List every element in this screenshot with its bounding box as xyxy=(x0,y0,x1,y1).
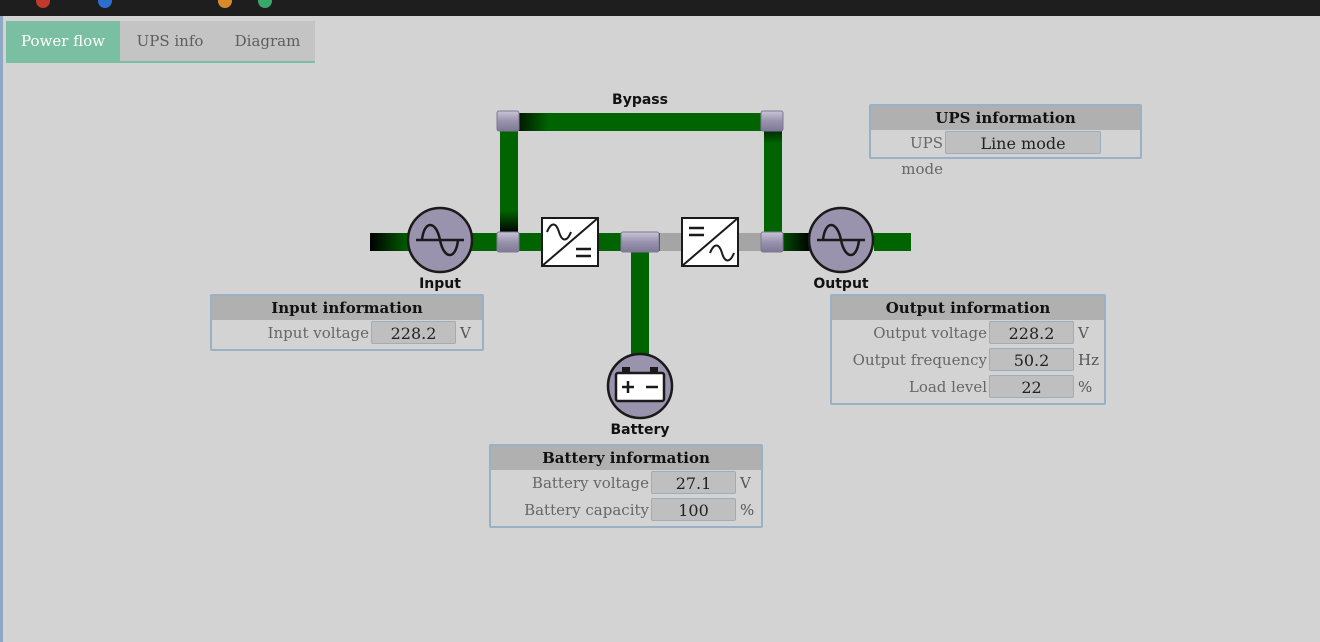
field-label: Output frequency xyxy=(852,351,987,369)
panel-title: Output information xyxy=(832,296,1104,320)
input-line-segment xyxy=(370,233,410,251)
ups-mode-row: UPS mode Line mode xyxy=(871,130,1140,178)
inverter-inactive-segment xyxy=(660,233,682,251)
input-voltage-row: Input voltage 228.2 V xyxy=(212,320,482,347)
ups-mode-value: Line mode xyxy=(945,131,1101,154)
bypass-label: Bypass xyxy=(612,92,668,108)
battery-junction-node xyxy=(620,231,660,253)
output-junction-node xyxy=(760,231,784,253)
battery-icon xyxy=(606,352,674,420)
unit-label: Hz xyxy=(1078,351,1099,369)
bypass-junction-node xyxy=(760,110,784,132)
input-junction-node xyxy=(496,231,520,253)
input-label: Input xyxy=(419,276,461,292)
power-flow-diagram: Bypass Input Output Battery xyxy=(0,0,1320,642)
output-frequency-value: 50.2 xyxy=(989,348,1074,371)
output-voltage-row: Output voltage 228.2 V xyxy=(832,320,1104,347)
battery-voltage-row: Battery voltage 27.1 V xyxy=(491,470,761,497)
unit-label: V xyxy=(460,324,471,342)
field-label: Input voltage xyxy=(267,324,369,342)
ups-information-panel: UPS information UPS mode Line mode xyxy=(869,104,1142,178)
field-label: Battery capacity xyxy=(524,501,649,519)
field-label: Battery voltage xyxy=(531,474,649,492)
unit-label: V xyxy=(740,474,751,492)
output-label: Output xyxy=(813,276,869,292)
bypass-right-vertical xyxy=(764,121,782,233)
output-voltage-value: 228.2 xyxy=(989,321,1074,344)
battery-line xyxy=(631,251,649,357)
output-information-panel: Output information Output voltage 228.2 … xyxy=(830,294,1106,405)
inverter-icon xyxy=(681,217,739,267)
battery-voltage-value: 27.1 xyxy=(651,471,736,494)
battery-label: Battery xyxy=(610,422,670,438)
panel-title: Battery information xyxy=(491,446,761,470)
field-label: Load level xyxy=(908,378,987,396)
panel-title: Input information xyxy=(212,296,482,320)
load-level-value: 22 xyxy=(989,375,1074,398)
output-ac-icon xyxy=(807,206,875,274)
field-label: UPS mode xyxy=(901,134,943,178)
bypass-top-line xyxy=(509,113,773,131)
input-voltage-value: 228.2 xyxy=(371,321,456,344)
unit-label: % xyxy=(740,501,755,519)
battery-capacity-value: 100 xyxy=(651,498,736,521)
load-level-row: Load level 22 % xyxy=(832,374,1104,401)
bypass-left-vertical xyxy=(500,121,518,233)
panel-title: UPS information xyxy=(871,106,1140,130)
bypass-junction-node xyxy=(496,110,520,132)
battery-capacity-row: Battery capacity 100 % xyxy=(491,497,761,524)
input-ac-icon xyxy=(406,206,474,274)
unit-label: % xyxy=(1078,378,1093,396)
rectifier-icon xyxy=(541,217,599,267)
battery-information-panel: Battery information Battery voltage 27.1… xyxy=(489,444,763,528)
output-frequency-row: Output frequency 50.2 Hz xyxy=(832,347,1104,374)
field-label: Output voltage xyxy=(873,324,987,342)
unit-label: V xyxy=(1078,324,1089,342)
output-line-segment xyxy=(874,233,911,251)
input-information-panel: Input information Input voltage 228.2 V xyxy=(210,294,484,351)
